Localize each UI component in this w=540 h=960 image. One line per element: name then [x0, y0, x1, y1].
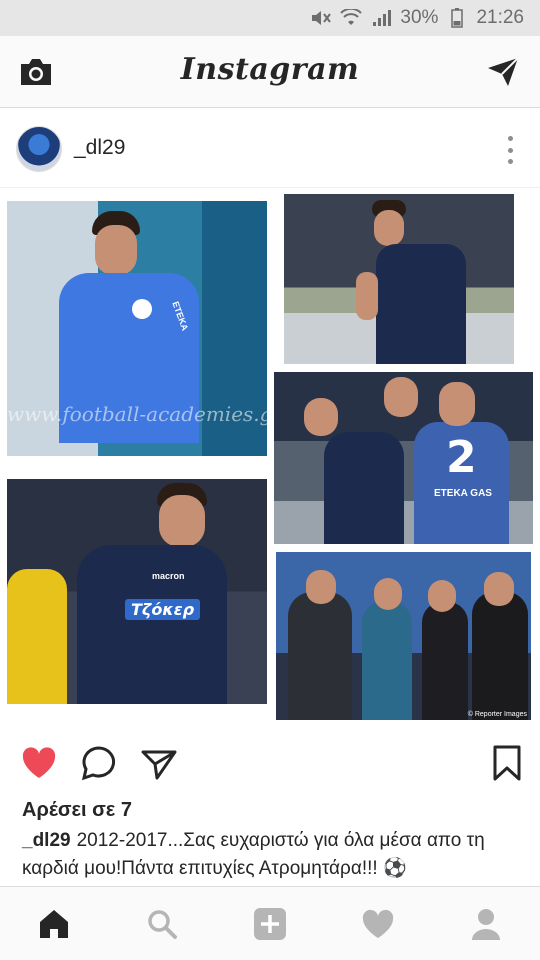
post-image[interactable]: ETEKA www.football-academies.gr 2 ETEKA …: [0, 188, 540, 728]
clock: 21:26: [476, 7, 524, 28]
photo-team-celebration: 2 ETEKA GAS: [274, 372, 533, 544]
kit-brand: macron: [152, 571, 185, 581]
photo-player-dark-kit: macron Τζόκερ: [7, 479, 267, 704]
profile-icon[interactable]: [464, 902, 508, 946]
avatar[interactable]: [16, 126, 62, 172]
activity-heart-icon[interactable]: [356, 902, 400, 946]
comment-icon[interactable]: [80, 744, 118, 782]
likes-count[interactable]: Αρέσει σε 7: [22, 799, 132, 822]
direct-message-icon[interactable]: [486, 56, 520, 88]
gas-sponsor: ETEKA GAS: [434, 488, 492, 499]
bottom-nav: [0, 886, 540, 960]
app-title: Instagram: [180, 52, 360, 87]
post-actions: [0, 736, 540, 792]
caption-text: 2012-2017...Σας ευχαριστώ για όλα μέσα α…: [22, 830, 485, 879]
more-options-icon[interactable]: [506, 136, 514, 164]
shirt-number: 2: [446, 432, 477, 483]
signal-icon: [370, 8, 392, 28]
photo-player-celebrating: [284, 194, 514, 364]
photo-credit: © Reporter Images: [467, 711, 527, 718]
battery-icon: [446, 8, 468, 28]
battery-percent: 30%: [400, 7, 439, 28]
save-bookmark-icon[interactable]: [488, 744, 526, 782]
caption-username[interactable]: _dl29: [22, 830, 71, 851]
post-header: _dl29: [0, 108, 540, 188]
like-heart-icon[interactable]: [20, 744, 58, 782]
watermark: www.football-academies.gr: [7, 402, 267, 426]
wifi-icon: [340, 8, 363, 28]
app-header: Instagram: [0, 36, 540, 108]
photo-award-ceremony: © Reporter Images: [276, 552, 531, 720]
status-bar: 30% 21:26: [0, 0, 540, 36]
post-caption: _dl29 2012-2017...Σας ευχαριστώ για όλα μ…: [22, 827, 522, 883]
shirt-sponsor: Τζόκερ: [125, 599, 201, 620]
share-icon[interactable]: [140, 744, 178, 782]
post-username[interactable]: _dl29: [74, 136, 125, 160]
mute-icon: [310, 8, 332, 28]
home-icon[interactable]: [32, 902, 76, 946]
search-icon[interactable]: [140, 902, 184, 946]
add-post-icon[interactable]: [248, 902, 292, 946]
photo-player-blue-kit: ETEKA www.football-academies.gr: [7, 201, 267, 456]
